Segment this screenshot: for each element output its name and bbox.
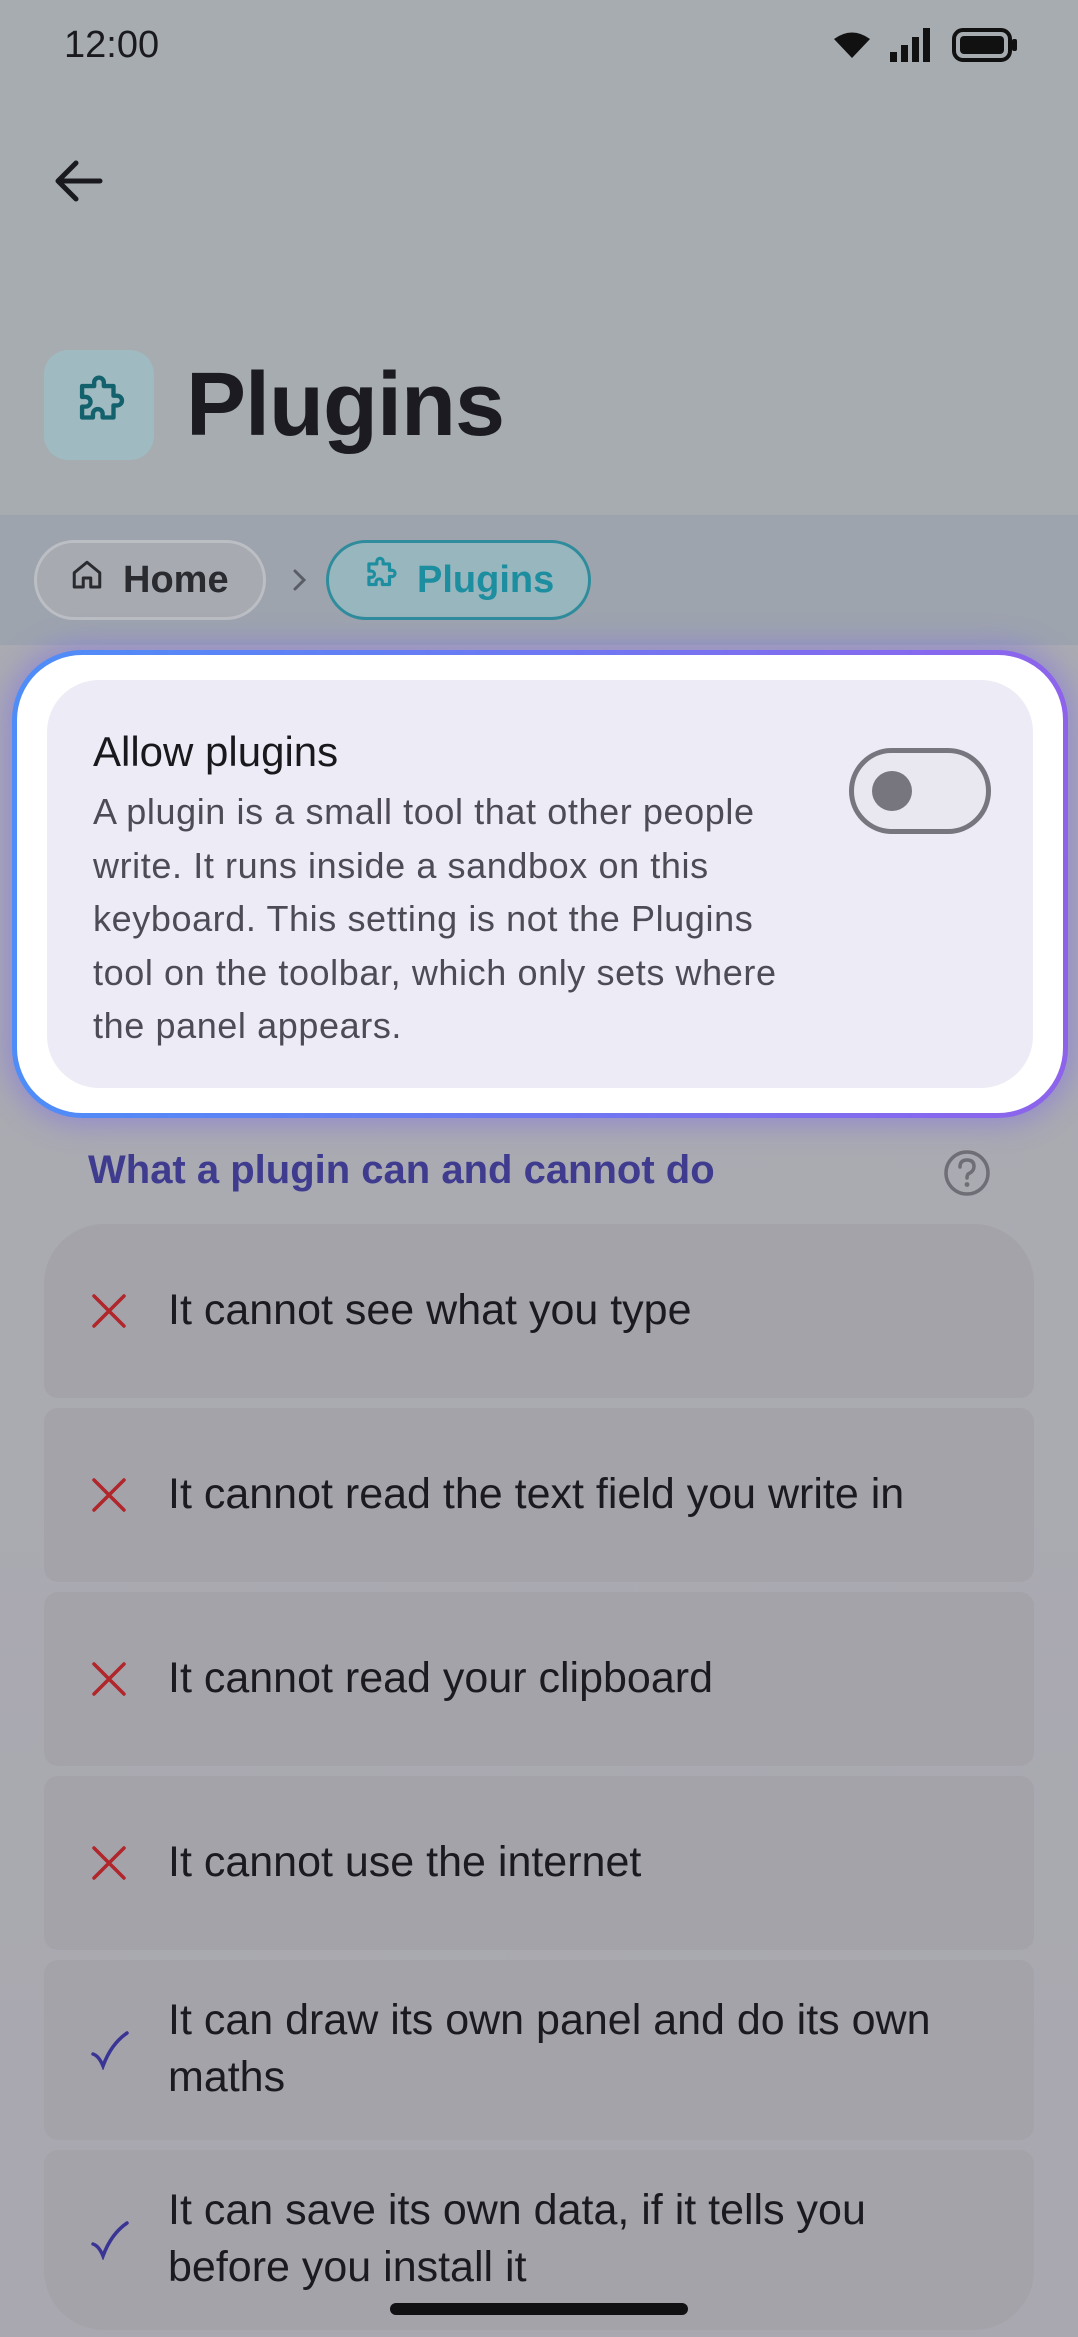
capability-text: It can save its own data, if it tells yo… [168, 2186, 866, 2291]
breadcrumb-home-label: Home [123, 558, 229, 601]
home-indicator[interactable] [390, 2303, 688, 2315]
check-icon [84, 2025, 134, 2075]
capability-text: It cannot read the text field you write … [168, 1470, 905, 1518]
section-title: What a plugin can and cannot do [88, 1148, 715, 1192]
status-time: 12:00 [64, 24, 160, 66]
cross-icon [84, 1470, 134, 1520]
plugins-screen: 12:00 Plugins Home Plugins Allow plugins… [0, 0, 1078, 2337]
allow-plugins-title: Allow plugins [93, 728, 339, 775]
arrow-left-icon [52, 159, 104, 208]
cross-icon [84, 1654, 134, 1704]
breadcrumb: Home Plugins [0, 515, 1078, 645]
check-icon [84, 2215, 134, 2265]
list-item: It cannot read your clipboard [44, 1592, 1034, 1766]
breadcrumb-plugins-label: Plugins [417, 558, 555, 601]
allow-plugins-description: A plugin is a small tool that other peop… [93, 791, 777, 1046]
list-item: It can draw its own panel and do its own… [44, 1960, 1034, 2140]
capability-text: It cannot see what you type [168, 1286, 692, 1334]
home-icon [69, 557, 105, 603]
toggle-knob [872, 771, 912, 811]
cross-icon [84, 1286, 134, 1336]
help-circle-icon[interactable] [942, 1148, 992, 1198]
allow-plugins-setting[interactable]: Allow plugins A plugin is a small tool t… [47, 680, 1033, 1088]
capability-text: It cannot read your clipboard [168, 1654, 713, 1702]
back-button[interactable] [40, 145, 116, 221]
capability-text: It can draw its own panel and do its own… [168, 1996, 931, 2101]
puzzle-icon [70, 374, 128, 437]
cross-icon [84, 1838, 134, 1888]
breadcrumb-plugins[interactable]: Plugins [326, 540, 592, 620]
signal-icon [890, 28, 934, 67]
allow-plugins-toggle[interactable] [849, 748, 991, 834]
list-item: It cannot use the internet [44, 1776, 1034, 1950]
status-bar: 12:00 [0, 0, 1078, 96]
page-title: Plugins [186, 355, 505, 455]
capability-text: It cannot use the internet [168, 1838, 642, 1886]
allow-plugins-card: Allow plugins A plugin is a small tool t… [12, 650, 1068, 1118]
list-item: It cannot see what you type [44, 1224, 1034, 1398]
puzzle-icon [361, 556, 399, 604]
breadcrumb-home[interactable]: Home [34, 540, 266, 620]
list-item: It cannot read the text field you write … [44, 1408, 1034, 1582]
wifi-icon [832, 30, 872, 65]
battery-icon [952, 28, 1018, 67]
status-icons [832, 28, 1018, 67]
title-icon-badge [44, 350, 154, 460]
chevron-right-icon [285, 555, 315, 605]
